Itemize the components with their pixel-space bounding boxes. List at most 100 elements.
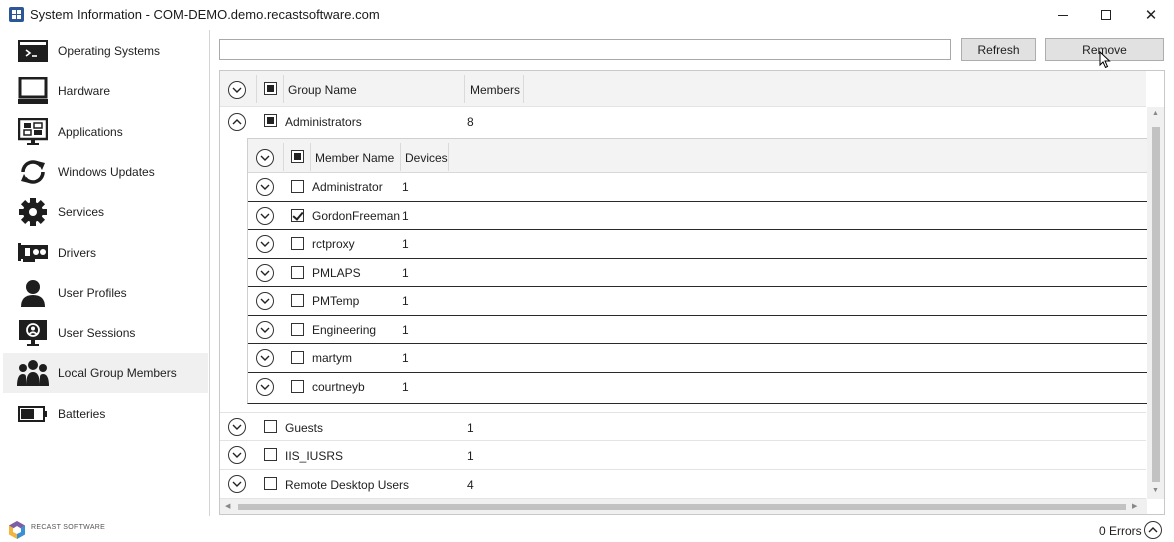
minimize-button[interactable] <box>1040 0 1086 30</box>
horizontal-scrollbar[interactable]: ◀ ▶ <box>220 499 1147 514</box>
member-row[interactable]: Engineering 1 <box>248 316 1148 344</box>
column-divider <box>400 143 401 171</box>
select-all-checkbox[interactable] <box>264 82 277 95</box>
collapse-all-members-button[interactable] <box>256 149 274 167</box>
group-members-count: 8 <box>467 115 474 129</box>
chevron-down-icon <box>260 270 270 276</box>
row-checkbox[interactable] <box>291 351 304 364</box>
battery-icon <box>17 399 49 429</box>
member-devices: 1 <box>402 180 409 194</box>
window-title: System Information - COM-DEMO.demo.recas… <box>30 7 380 22</box>
expand-toggle[interactable] <box>228 418 246 436</box>
column-header-group-name[interactable]: Group Name <box>288 83 357 97</box>
member-row[interactable]: PMTemp 1 <box>248 287 1148 316</box>
sidebar-item-applications[interactable]: Applications <box>3 112 208 152</box>
laptop-icon <box>17 76 49 106</box>
chevron-down-icon <box>232 87 242 93</box>
row-checkbox[interactable] <box>291 208 304 222</box>
member-row[interactable]: GordonFreeman 1 <box>248 202 1148 230</box>
row-checkbox[interactable] <box>264 114 277 127</box>
row-checkbox[interactable] <box>291 265 304 279</box>
select-all-members-checkbox[interactable] <box>291 150 304 163</box>
row-checkbox[interactable] <box>264 420 277 433</box>
row-checkbox[interactable] <box>291 180 304 193</box>
sidebar-item-operating-systems[interactable]: Operating Systems <box>3 31 208 71</box>
expand-toggle[interactable] <box>256 206 274 225</box>
expand-toggle[interactable] <box>256 292 274 310</box>
row-checkbox[interactable] <box>264 448 277 461</box>
member-row[interactable]: martym 1 <box>248 344 1148 373</box>
sidebar-item-user-profiles[interactable]: User Profiles <box>3 273 208 313</box>
expand-toggle[interactable] <box>256 178 274 196</box>
expand-toggle[interactable] <box>256 320 274 339</box>
chevron-down-icon <box>232 424 242 430</box>
chevron-down-icon <box>260 327 270 333</box>
row-checkbox[interactable] <box>291 294 304 307</box>
errors-toggle-button[interactable] <box>1144 521 1162 539</box>
expand-toggle[interactable] <box>228 475 246 493</box>
recast-logo-icon <box>9 521 25 539</box>
app-icon <box>9 7 24 22</box>
group-members-grid: Group Name Members Administrators 8 Memb… <box>219 70 1165 515</box>
expand-toggle[interactable] <box>256 377 274 396</box>
vertical-scrollbar[interactable]: ▲ ▼ <box>1147 107 1164 499</box>
member-row[interactable]: courtneyb 1 <box>248 373 1148 402</box>
group-name: Guests <box>285 421 324 435</box>
scroll-up-arrow-icon[interactable]: ▲ <box>1152 110 1159 117</box>
member-name: Engineering <box>312 322 377 337</box>
sidebar-item-hardware[interactable]: Hardware <box>3 71 208 111</box>
column-header-devices[interactable]: Devices <box>405 151 448 165</box>
sidebar-item-services[interactable]: Services <box>3 192 208 232</box>
row-checkbox[interactable] <box>291 237 304 250</box>
expand-toggle[interactable] <box>228 446 246 464</box>
sidebar-item-user-sessions[interactable]: User Sessions <box>3 313 208 353</box>
member-devices: 1 <box>402 322 409 337</box>
group-row[interactable]: Guests 1 <box>220 412 1146 441</box>
search-input[interactable] <box>219 39 951 60</box>
row-checkbox[interactable] <box>291 379 304 393</box>
row-checkbox[interactable] <box>291 322 304 336</box>
row-checkbox[interactable] <box>264 477 277 490</box>
scroll-right-arrow-icon[interactable]: ▶ <box>1132 502 1137 510</box>
member-row[interactable]: Administrator 1 <box>248 173 1148 202</box>
sidebar-item-local-group-members[interactable]: Local Group Members <box>3 353 208 393</box>
sidebar-item-windows-updates[interactable]: Windows Updates <box>3 152 208 192</box>
group-row[interactable]: Administrators 8 <box>220 107 1146 136</box>
chevron-down-icon <box>232 481 242 487</box>
group-name: Remote Desktop Users <box>285 478 410 492</box>
sidebar-item-drivers[interactable]: Drivers <box>3 233 208 273</box>
sidebar-item-batteries[interactable]: Batteries <box>3 394 208 434</box>
expand-toggle[interactable] <box>256 349 274 367</box>
member-devices: 1 <box>402 379 409 394</box>
expand-toggle[interactable] <box>256 235 274 253</box>
close-button[interactable]: ✕ <box>1128 0 1174 30</box>
close-icon: ✕ <box>1144 7 1158 24</box>
expand-toggle[interactable] <box>256 263 274 282</box>
member-devices: 1 <box>402 294 409 308</box>
sidebar-item-label: Hardware <box>58 84 111 98</box>
refresh-arrows-icon <box>17 157 49 187</box>
chevron-down-icon <box>260 298 270 304</box>
group-row[interactable]: IIS_IUSRS 1 <box>220 441 1146 470</box>
member-row[interactable]: rctproxy 1 <box>248 230 1148 259</box>
chevron-down-icon <box>260 184 270 190</box>
column-header-member-name[interactable]: Member Name <box>315 151 394 165</box>
scroll-left-arrow-icon[interactable]: ◀ <box>225 502 230 510</box>
member-name: PMTemp <box>312 294 360 308</box>
group-members-count: 1 <box>467 449 474 463</box>
member-grid-header: Member Name Devices <box>248 139 1148 173</box>
maximize-button[interactable] <box>1083 0 1129 30</box>
group-row[interactable]: Remote Desktop Users 4 <box>220 470 1146 499</box>
errors-count: 0 Errors <box>1099 524 1142 538</box>
refresh-button[interactable]: Refresh <box>961 38 1036 61</box>
vertical-scroll-thumb[interactable] <box>1152 127 1160 482</box>
sidebar-item-label: User Profiles <box>58 286 127 300</box>
horizontal-scroll-thumb[interactable] <box>238 504 1126 510</box>
expand-toggle[interactable] <box>228 113 246 131</box>
member-row[interactable]: PMLAPS 1 <box>248 259 1148 287</box>
chevron-down-icon <box>260 384 270 390</box>
column-header-members[interactable]: Members <box>470 83 520 97</box>
group-name: IIS_IUSRS <box>285 449 344 463</box>
collapse-all-button[interactable] <box>228 81 246 99</box>
scroll-down-arrow-icon[interactable]: ▼ <box>1152 487 1159 494</box>
